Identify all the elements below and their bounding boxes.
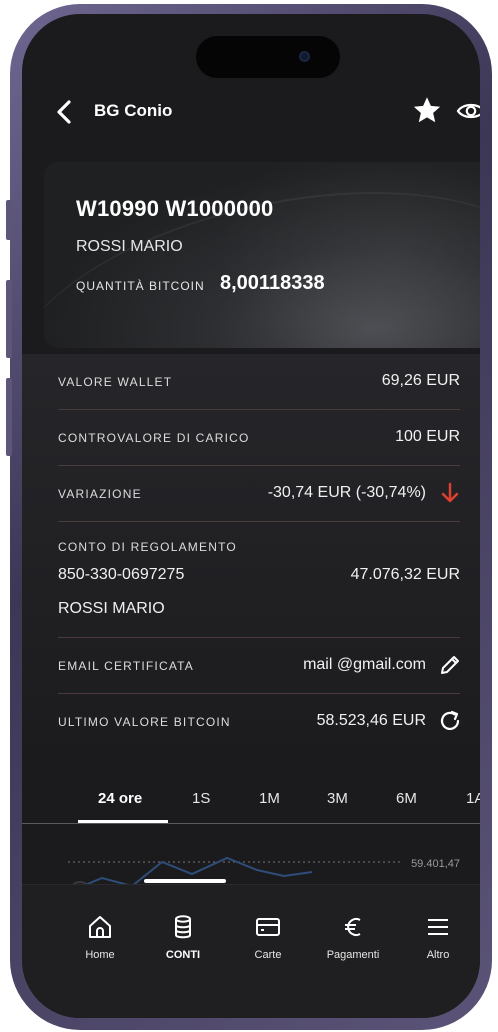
certified-email-label: EMAIL CERTIFICATA	[58, 659, 194, 673]
nav-label: Carte	[254, 949, 282, 961]
load-value-label: CONTROVALORE DI CARICO	[58, 431, 250, 445]
certified-email-value: mail @gmail.com	[303, 656, 426, 673]
last-bitcoin-value: 58.523,46 EUR	[316, 712, 426, 729]
active-nav-indicator	[144, 879, 226, 883]
settlement-account-number: 850-330-0697275	[58, 566, 185, 583]
bitcoin-quantity-label: QUANTITÀ BITCOIN	[76, 279, 205, 293]
card-icon	[256, 918, 280, 936]
nav-label: Pagamenti	[326, 949, 380, 961]
nav-label: Altro	[426, 949, 450, 961]
tab-6m[interactable]: 6M	[396, 790, 417, 807]
wallet-card: W10990 W1000000 ROSSI MARIO QUANTITÀ BIT…	[44, 162, 480, 348]
bottom-navigation: Home CONTI Carte Pagamenti Altro	[22, 879, 480, 1018]
database-icon	[175, 915, 191, 939]
tab-24h[interactable]: 24 ore	[98, 790, 142, 807]
card-decoration	[184, 162, 480, 348]
chevron-left-icon[interactable]	[52, 98, 78, 126]
tab-1a[interactable]: 1A	[466, 790, 480, 807]
page-title: BG Conio	[94, 101, 173, 120]
tab-1m[interactable]: 1M	[259, 790, 280, 807]
home-icon	[89, 916, 111, 938]
nav-label: CONTI	[165, 949, 201, 961]
arrow-down-icon	[441, 482, 459, 503]
bitcoin-quantity-value: 8,00118338	[220, 272, 325, 294]
variation-label: VARIAZIONE	[58, 487, 142, 501]
nav-item-conti[interactable]: CONTI	[143, 913, 223, 961]
settlement-account-label: CONTO DI REGOLAMENTO	[58, 540, 237, 554]
chart-reference-value: 59.401,47	[411, 858, 460, 870]
variation-row: VARIAZIONE -30,74 EUR (-30,74%)	[58, 466, 460, 522]
settlement-account-balance: 47.076,32 EUR	[350, 566, 460, 583]
star-icon[interactable]	[412, 95, 442, 125]
load-value: 100 EUR	[395, 428, 460, 445]
last-bitcoin-value-row: ULTIMO VALORE BITCOIN 58.523,46 EUR	[58, 694, 460, 750]
pencil-icon[interactable]	[438, 653, 462, 677]
settlement-account-row[interactable]: CONTO DI REGOLAMENTO 850-330-0697275 ROS…	[58, 522, 460, 638]
phone-side-button	[6, 378, 12, 456]
certified-email-row: EMAIL CERTIFICATA mail @gmail.com	[58, 638, 460, 694]
period-tabs: 24 ore 1S 1M 3M 6M 1A	[22, 774, 480, 824]
menu-icon	[428, 919, 448, 935]
refresh-icon[interactable]	[438, 709, 462, 733]
dynamic-island	[196, 36, 340, 78]
settlement-account-owner: ROSSI MARIO	[58, 600, 165, 617]
nav-item-carte[interactable]: Carte	[228, 913, 308, 961]
nav-item-pagamenti[interactable]: Pagamenti	[313, 913, 393, 961]
variation-value: -30,74 EUR (-30,74%)	[267, 484, 426, 501]
nav-label: Home	[85, 949, 115, 961]
account-number: W10990 W1000000	[76, 196, 274, 221]
wallet-value-row: VALORE WALLET 69,26 EUR	[58, 354, 460, 410]
last-bitcoin-value-label: ULTIMO VALORE BITCOIN	[58, 715, 231, 729]
tab-1s[interactable]: 1S	[192, 790, 210, 807]
app-screen: BG Conio W10990 W1000000 ROSSI MARIO QUA…	[22, 14, 480, 1018]
wallet-value-label: VALORE WALLET	[58, 375, 173, 389]
load-value-row: CONTROVALORE DI CARICO 100 EUR	[58, 410, 460, 466]
phone-side-button	[6, 280, 12, 358]
active-tab-indicator	[78, 820, 168, 823]
nav-item-altro[interactable]: Altro	[398, 913, 478, 961]
phone-side-button	[6, 200, 12, 240]
account-owner: ROSSI MARIO	[76, 238, 183, 255]
wallet-details: VALORE WALLET 69,26 EUR CONTROVALORE DI …	[22, 354, 480, 750]
tab-3m[interactable]: 3M	[327, 790, 348, 807]
euro-icon	[345, 918, 361, 936]
nav-item-home[interactable]: Home	[60, 913, 140, 961]
wallet-value: 69,26 EUR	[381, 372, 460, 389]
app-header: BG Conio	[22, 92, 480, 132]
eye-icon[interactable]	[456, 99, 480, 123]
camera-icon	[299, 51, 310, 62]
